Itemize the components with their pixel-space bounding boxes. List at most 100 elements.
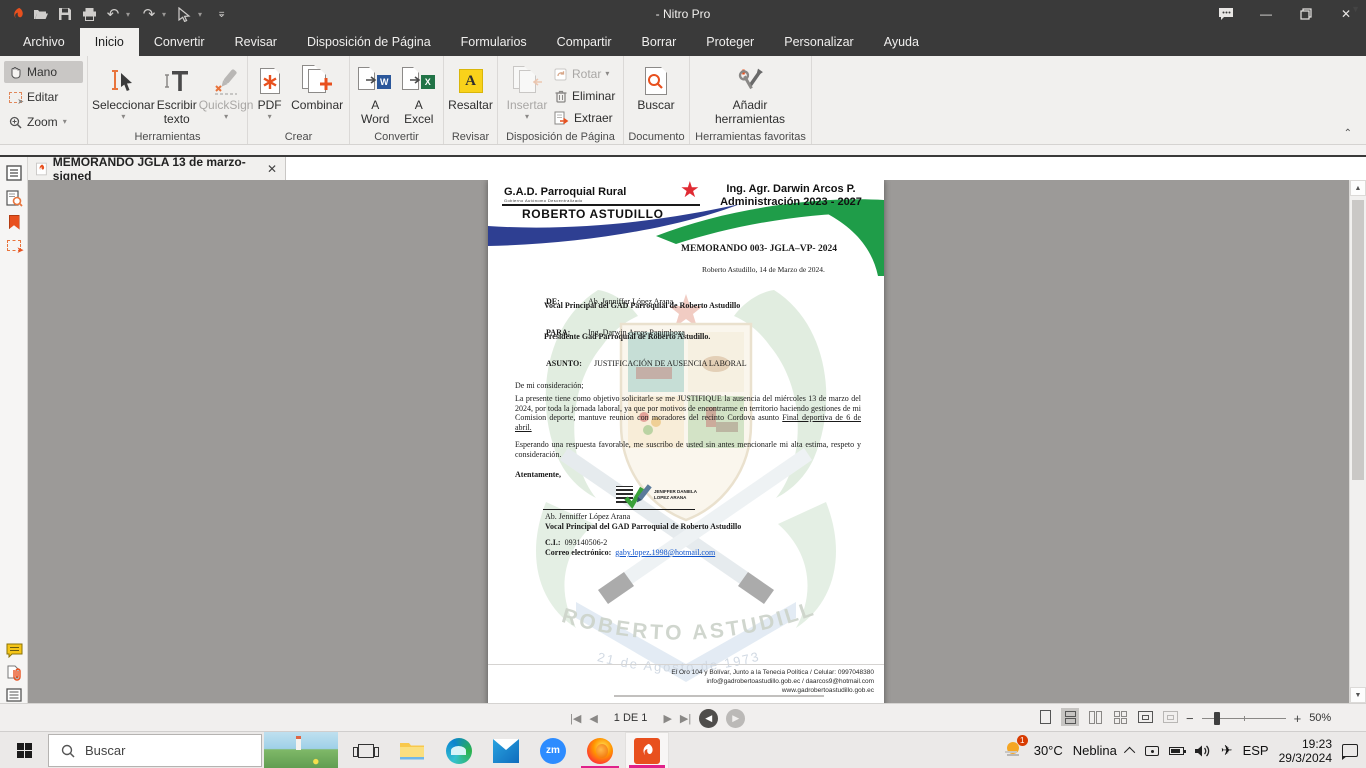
vertical-scrollbar[interactable]: ▲ ▼ xyxy=(1349,180,1366,703)
select-tool-caret[interactable]: ▾ xyxy=(198,10,208,19)
a-word-button[interactable]: W A Word xyxy=(354,60,396,127)
email-link[interactable]: gaby.lopez.1998@hotmail.com xyxy=(615,548,715,557)
first-page-button[interactable]: |◀ xyxy=(570,712,581,725)
tab-compartir[interactable]: Compartir xyxy=(542,28,627,56)
taskbar-firefox[interactable] xyxy=(578,732,622,768)
org-name: G.A.D. Parroquial Rural xyxy=(504,186,626,198)
tab-proteger[interactable]: Proteger xyxy=(691,28,769,56)
taskbar-mail[interactable] xyxy=(484,732,528,768)
tray-expand-chevron[interactable] xyxy=(1124,746,1135,757)
scroll-down-arrow[interactable]: ▼ xyxy=(1350,687,1366,703)
close-button[interactable]: ✕ xyxy=(1326,0,1366,28)
task-view-button[interactable] xyxy=(344,732,388,768)
document-tab[interactable]: MEMORANDO JGLA 13 de marzo-signed ✕ xyxy=(28,157,286,180)
tab-archivo[interactable]: Archivo xyxy=(8,28,80,56)
document-viewport[interactable]: ROBERTO ASTUDILLO 21 de Agosto de 1973 G… xyxy=(28,180,1349,703)
tab-list-dropdown-icon[interactable]: ▼ xyxy=(1351,4,1360,14)
weather-tray-icon[interactable]: 1 xyxy=(1002,739,1024,762)
airplane-mode-icon[interactable]: ✈ xyxy=(1221,742,1233,759)
bookmarks-panel-icon[interactable] xyxy=(4,212,24,232)
zoom-percent: 50% xyxy=(1309,712,1339,724)
next-page-button[interactable]: ▶ xyxy=(663,712,671,725)
history-back-button[interactable]: ◀ xyxy=(699,709,718,728)
tab-disposicion[interactable]: Disposición de Página xyxy=(292,28,446,56)
taskbar-edge[interactable] xyxy=(437,732,481,768)
a-excel-button[interactable]: X A Excel xyxy=(398,60,439,127)
previous-page-button[interactable]: ◀ xyxy=(589,712,597,725)
tab-personalizar[interactable]: Personalizar xyxy=(769,28,868,56)
undo-icon[interactable]: ↶ xyxy=(102,3,124,25)
grid-view-icon[interactable] xyxy=(1111,708,1129,726)
type-text-icon xyxy=(163,63,191,99)
open-file-icon[interactable] xyxy=(30,3,52,25)
insertar-button[interactable]: Insertar ▾ xyxy=(502,60,552,121)
clock[interactable]: 19:23 29/3/2024 xyxy=(1279,737,1332,765)
last-page-button[interactable]: ▶| xyxy=(680,712,691,725)
continuous-view-icon[interactable] xyxy=(1061,708,1079,726)
close-tab-icon[interactable]: ✕ xyxy=(267,162,277,176)
quicksign-button[interactable]: QuickSign ▾ xyxy=(199,60,254,121)
taskbar-nitro-pro[interactable] xyxy=(625,732,669,768)
comments-panel-icon[interactable] xyxy=(4,640,24,660)
page-search-panel-icon[interactable] xyxy=(4,188,24,208)
anadir-herramientas-button[interactable]: Añadir herramientas xyxy=(694,60,806,127)
tab-convertir[interactable]: Convertir xyxy=(139,28,220,56)
seleccionar-button[interactable]: Seleccionar ▾ xyxy=(92,60,155,121)
start-button[interactable] xyxy=(0,732,48,768)
output-panel-icon[interactable] xyxy=(4,685,24,705)
pdf-button[interactable]: PDF ▾ xyxy=(252,60,287,121)
collapse-ribbon-icon[interactable]: ⌃ xyxy=(1344,128,1352,139)
zoom-slider-handle[interactable] xyxy=(1214,712,1220,725)
cast-icon[interactable] xyxy=(1145,746,1159,756)
buscar-button[interactable]: Buscar xyxy=(628,60,684,113)
language-indicator[interactable]: ESP xyxy=(1243,743,1269,758)
pages-panel-icon[interactable] xyxy=(4,163,24,183)
redo-dropdown-caret[interactable]: ▾ xyxy=(162,10,172,19)
facing-pages-view-icon[interactable] xyxy=(1086,708,1104,726)
scroll-thumb[interactable] xyxy=(1352,200,1364,480)
battery-icon[interactable] xyxy=(1169,747,1184,755)
zoom-tool-button[interactable]: Zoom ▾ xyxy=(4,111,83,133)
scroll-up-arrow[interactable]: ▲ xyxy=(1350,180,1366,196)
select-tool-icon[interactable] xyxy=(174,3,196,25)
tab-formularios[interactable]: Formularios xyxy=(446,28,542,56)
action-center-icon[interactable] xyxy=(1342,744,1358,757)
attachments-panel-icon[interactable] xyxy=(4,663,24,683)
edit-tool-button[interactable]: ➤ Editar xyxy=(4,86,83,108)
pdf-page[interactable]: ROBERTO ASTUDILLO 21 de Agosto de 1973 G… xyxy=(488,180,884,703)
single-page-view-icon[interactable] xyxy=(1036,708,1054,726)
resaltar-button[interactable]: A Resaltar xyxy=(448,60,493,113)
snapshot-tool-icon[interactable]: ➤ xyxy=(4,235,24,255)
customize-toolbar-icon[interactable]: ⌄= xyxy=(210,3,232,25)
undo-dropdown-caret[interactable]: ▾ xyxy=(126,10,136,19)
taskbar-zoom[interactable]: zm xyxy=(531,732,575,768)
tab-borrar[interactable]: Borrar xyxy=(627,28,692,56)
save-icon[interactable] xyxy=(54,3,76,25)
eliminar-button[interactable]: Eliminar xyxy=(554,86,615,106)
tray-weather-condition[interactable]: Neblina xyxy=(1073,743,1117,758)
taskbar-file-explorer[interactable] xyxy=(390,732,434,768)
escribir-texto-button[interactable]: Escribir texto xyxy=(157,60,197,127)
zoom-slider[interactable] xyxy=(1202,718,1286,719)
tab-inicio[interactable]: Inicio xyxy=(80,28,139,56)
zoom-out-button[interactable]: − xyxy=(1186,711,1194,726)
minimize-button[interactable]: — xyxy=(1246,0,1286,28)
tab-revisar[interactable]: Revisar xyxy=(220,28,292,56)
volume-icon[interactable] xyxy=(1194,744,1211,758)
combinar-button[interactable]: Combinar xyxy=(289,60,345,113)
hand-tool-button[interactable]: Mano xyxy=(4,61,83,83)
extraer-button[interactable]: Extraer xyxy=(554,108,615,128)
print-icon[interactable] xyxy=(78,3,100,25)
taskbar-search[interactable]: Buscar xyxy=(48,734,262,767)
feedback-icon[interactable] xyxy=(1206,0,1246,28)
tray-temperature[interactable]: 30°C xyxy=(1034,743,1063,758)
presentation-view-icon[interactable] xyxy=(1161,708,1179,726)
rotar-button[interactable]: Rotar ▾ xyxy=(554,64,615,84)
fullscreen-view-icon[interactable] xyxy=(1136,708,1154,726)
news-weather-widget[interactable] xyxy=(264,732,338,768)
restore-button[interactable] xyxy=(1286,0,1326,28)
redo-icon[interactable]: ↷ xyxy=(138,3,160,25)
tab-ayuda[interactable]: Ayuda xyxy=(869,28,934,56)
zoom-in-button[interactable]: + xyxy=(1294,711,1302,726)
history-forward-button[interactable]: ▶ xyxy=(726,709,745,728)
